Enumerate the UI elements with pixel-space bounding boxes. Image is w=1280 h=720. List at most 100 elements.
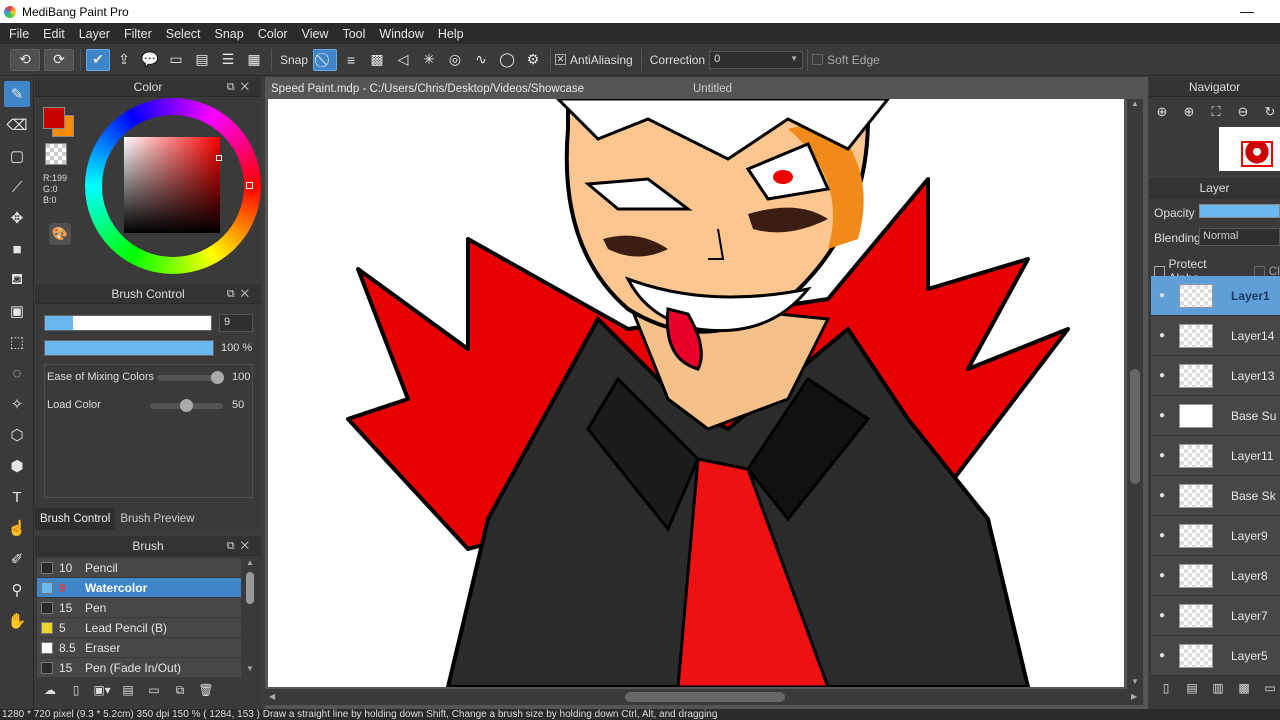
new-pattern-layer-icon[interactable]: ▩	[1233, 678, 1255, 698]
brush-size-slider[interactable]	[44, 315, 212, 331]
dot-brush-tool-icon[interactable]: ⟋	[4, 174, 30, 200]
scroll-down-icon[interactable]: ▼	[1131, 677, 1139, 686]
divide-tool-icon[interactable]: ✐	[4, 546, 30, 572]
visibility-eye-icon[interactable]: ●	[1155, 529, 1169, 543]
transparent-color-swatch[interactable]	[45, 143, 67, 165]
panel-popout-close-icon[interactable]: ⧉✕	[227, 77, 255, 97]
select-tool-icon[interactable]: ⬚	[4, 329, 30, 355]
menu-filter[interactable]: Filter	[117, 27, 159, 41]
scroll-up-icon[interactable]: ▲	[1131, 99, 1139, 108]
share-icon[interactable]: ⇪	[112, 49, 136, 71]
page-icon[interactable]: ▤	[190, 49, 214, 71]
layer-row[interactable]: ● Layer8	[1151, 556, 1280, 596]
cloud-save-icon[interactable]: ✔	[86, 48, 110, 71]
hue-cursor[interactable]	[246, 182, 253, 189]
brush-item-lead-pencil[interactable]: 5 Lead Pencil (B)	[37, 618, 241, 638]
shape-tool-icon[interactable]: ▢	[4, 143, 30, 169]
scroll-right-icon[interactable]: ▶	[1131, 692, 1137, 701]
new-halftone-layer-icon[interactable]: ▤	[1181, 678, 1203, 698]
layer-opacity-slider[interactable]	[1199, 204, 1280, 218]
brush-size-input[interactable]: 9	[219, 314, 253, 332]
ease-mixing-knob[interactable]	[211, 371, 224, 384]
select-eraser-tool-icon[interactable]: ⬢	[4, 453, 30, 479]
menu-tool[interactable]: Tool	[335, 27, 372, 41]
circle-snap-icon[interactable]: ◯	[495, 49, 519, 71]
fit-window-icon[interactable]: ⛶	[1205, 101, 1227, 123]
fill-rect-tool-icon[interactable]: ■	[4, 236, 30, 262]
navigator-viewport[interactable]	[1241, 141, 1273, 167]
comment-icon[interactable]: ▭	[164, 49, 188, 71]
panel-popout-close-icon[interactable]: ⧉✕	[227, 536, 255, 556]
menu-layer[interactable]: Layer	[72, 27, 117, 41]
navigator-thumbnail[interactable]	[1219, 127, 1280, 171]
scroll-up-icon[interactable]: ▲	[246, 558, 254, 567]
zoom-in-icon[interactable]: ⊕	[1151, 101, 1173, 123]
scroll-thumb[interactable]	[246, 572, 254, 604]
brush-properties-icon[interactable]: ▤	[117, 680, 139, 700]
operation-tool-icon[interactable]: ☝	[4, 515, 30, 541]
move-tool-icon[interactable]: ✥	[4, 205, 30, 231]
scroll-left-icon[interactable]: ◀	[269, 692, 275, 701]
grid-view-icon[interactable]: ▦	[242, 49, 266, 71]
scroll-down-icon[interactable]: ▼	[246, 664, 254, 673]
layer-row[interactable]: ● Layer7	[1151, 596, 1280, 636]
visibility-eye-icon[interactable]: ●	[1155, 489, 1169, 503]
parallel-snap-icon[interactable]: ≡	[339, 49, 363, 71]
canvas-horizontal-scrollbar[interactable]: ◀ ▶	[265, 689, 1143, 705]
ease-mixing-slider[interactable]	[157, 371, 224, 384]
load-color-knob[interactable]	[180, 399, 193, 412]
radial-snap-icon[interactable]: ✳	[417, 49, 441, 71]
add-brush-menu-icon[interactable]: ▣▾	[91, 680, 113, 700]
sv-cursor[interactable]	[216, 155, 222, 161]
menu-file[interactable]: File	[2, 27, 36, 41]
menu-select[interactable]: Select	[159, 27, 208, 41]
tab-brush-preview[interactable]: Brush Preview	[115, 508, 199, 530]
visibility-eye-icon[interactable]: ●	[1155, 369, 1169, 383]
panel-popout-close-icon[interactable]: ⧉✕	[227, 284, 255, 304]
brush-item-pencil[interactable]: 10 Pencil	[37, 558, 241, 578]
zoom-out-icon[interactable]: ⊖	[1232, 101, 1254, 123]
menu-edit[interactable]: Edit	[36, 27, 72, 41]
layer-row[interactable]: ● Base Sk	[1151, 476, 1280, 516]
hand-tool-icon[interactable]: ✋	[4, 608, 30, 634]
document-tab-speed-paint[interactable]: Speed Paint.mdp - C:/Users/Chris/Desktop…	[271, 79, 584, 99]
eyedropper-tool-icon[interactable]: ⚲	[4, 577, 30, 603]
layer-row[interactable]: ● Layer9	[1151, 516, 1280, 556]
visibility-eye-icon[interactable]: ●	[1155, 569, 1169, 583]
primary-color-swatch[interactable]	[43, 107, 65, 129]
new-brush-icon[interactable]: ▯	[65, 680, 87, 700]
layer-row[interactable]: ● Base Su	[1151, 396, 1280, 436]
visibility-eye-icon[interactable]: ●	[1155, 649, 1169, 663]
curve-snap-icon[interactable]: ∿	[469, 49, 493, 71]
new-layer-icon[interactable]: ▯	[1155, 678, 1177, 698]
brush-item-pen-fade[interactable]: 15 Pen (Fade In/Out)	[37, 658, 241, 678]
soft-edge-checkbox[interactable]	[812, 54, 824, 65]
magic-wand-tool-icon[interactable]: ✧	[4, 391, 30, 417]
duplicate-brush-icon[interactable]: ⧉	[169, 680, 191, 700]
redo-icon[interactable]: ⟳	[44, 48, 74, 71]
visibility-eye-icon[interactable]: ●	[1155, 609, 1169, 623]
correction-select[interactable]: 0 ▼	[709, 50, 804, 69]
delete-brush-icon[interactable]: 🗑	[195, 680, 217, 700]
layer-folder-icon[interactable]: ▭	[1259, 678, 1280, 698]
layer-row[interactable]: ● Layer1	[1151, 276, 1280, 316]
rotate-icon[interactable]: ↻	[1259, 101, 1280, 123]
grid-snap-icon[interactable]: ▩	[365, 49, 389, 71]
clipping-checkbox[interactable]	[1254, 265, 1265, 277]
tab-brush-control[interactable]: Brush Control	[35, 508, 116, 530]
perspective-snap-icon[interactable]: ◁	[391, 49, 415, 71]
drawing-canvas[interactable]	[268, 99, 1124, 687]
cloud-brush-icon[interactable]: ☁	[39, 680, 61, 700]
brush-list-scrollbar[interactable]: ▲ ▼	[243, 558, 257, 676]
snap-off-icon[interactable]: ⃠	[313, 48, 338, 71]
brush-item-pen[interactable]: 15 Pen	[37, 598, 241, 618]
canvas-vertical-scrollbar[interactable]: ▲ ▼	[1127, 99, 1143, 689]
text-tool-icon[interactable]: T	[4, 484, 30, 510]
speech-bubble-icon[interactable]: 💬	[138, 49, 162, 71]
undo-icon[interactable]: ⟲	[10, 48, 40, 71]
blending-select[interactable]: Normal	[1199, 228, 1280, 246]
scroll-thumb[interactable]	[1130, 369, 1140, 484]
layer-row[interactable]: ● Layer13	[1151, 356, 1280, 396]
layer-row[interactable]: ● Layer5	[1151, 636, 1280, 676]
concentric-snap-icon[interactable]: ◎	[443, 49, 467, 71]
